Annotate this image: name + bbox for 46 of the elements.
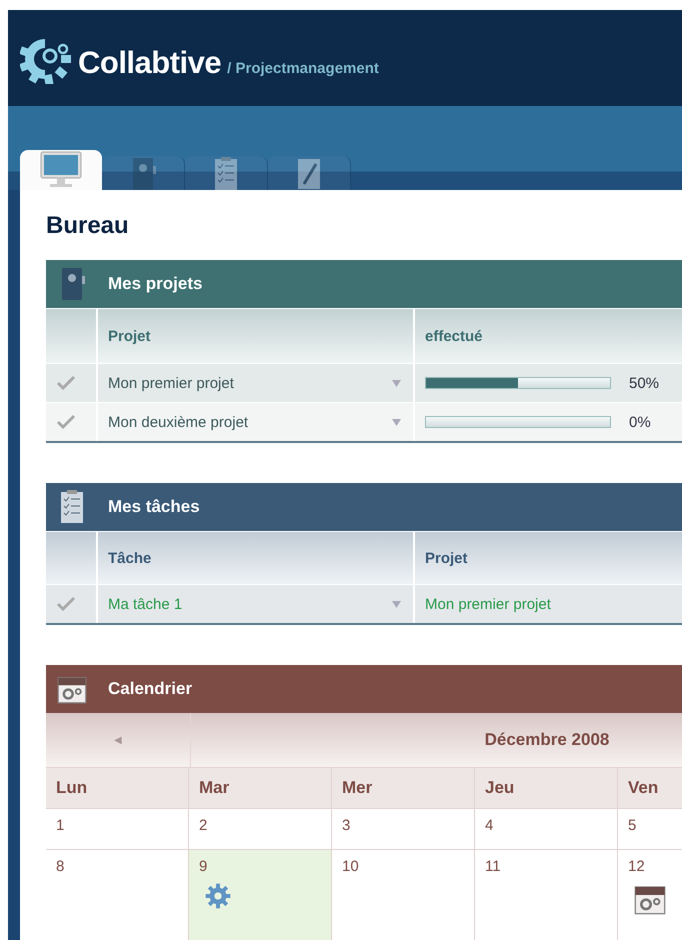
progress-reading: 0% xyxy=(629,414,651,430)
day-number: 5 xyxy=(628,817,636,834)
day-number: 4 xyxy=(485,817,494,834)
nav-tab[interactable] xyxy=(185,156,268,190)
brand-subtitle: / Projectmanagement xyxy=(227,60,379,76)
progress-reading: 50% xyxy=(629,374,660,392)
check-icon[interactable] xyxy=(56,596,76,612)
day-number: 2 xyxy=(199,817,208,834)
weekday-label: Jeu xyxy=(485,778,514,798)
column-header: effectué xyxy=(425,328,483,344)
page-title: Bureau xyxy=(46,212,130,240)
caret-icon[interactable] xyxy=(392,418,401,426)
day-cell[interactable]: 10 xyxy=(332,850,475,940)
monitor-icon xyxy=(38,150,84,190)
weekday-label: Mar xyxy=(199,778,230,798)
column-header: Projet xyxy=(425,550,468,566)
check-icon[interactable] xyxy=(56,414,76,430)
day-number: 9 xyxy=(199,858,208,875)
day-number: 1 xyxy=(56,817,64,834)
weekday-label: Lun xyxy=(56,778,88,798)
brand-name: Collabtive xyxy=(78,45,222,81)
day-cell[interactable]: 12 xyxy=(618,850,682,940)
weekday-label: Ven xyxy=(628,778,658,798)
nav-tab[interactable] xyxy=(20,150,102,190)
caret-icon[interactable] xyxy=(392,380,401,386)
calendar-icon xyxy=(57,674,87,704)
day-number: 3 xyxy=(342,817,350,834)
day-number: 10 xyxy=(342,858,359,875)
column-header: Tâche xyxy=(108,550,152,566)
check-icon[interactable] xyxy=(56,375,76,391)
panel-title: Mes tâches xyxy=(108,497,200,517)
weekday-label: Mer xyxy=(342,778,372,798)
nav-tab[interactable] xyxy=(268,156,351,190)
day-number: 8 xyxy=(56,858,64,875)
day-number: 12 xyxy=(628,858,645,875)
project-link[interactable]: Mon premier projet xyxy=(108,374,392,392)
day-cell[interactable]: 11 xyxy=(475,850,618,940)
day-cell[interactable]: 9 xyxy=(189,850,332,940)
project-link[interactable]: Mon deuxième projet xyxy=(108,414,392,430)
column-header: Projet xyxy=(108,328,151,344)
panel-title: Mes projets xyxy=(108,274,202,294)
caret-icon[interactable] xyxy=(392,600,401,608)
month-title: Décembre 2008 xyxy=(484,730,610,750)
day-number: 11 xyxy=(485,858,501,875)
nav-tab[interactable] xyxy=(102,156,185,190)
panel-title: Calendrier xyxy=(108,679,192,699)
